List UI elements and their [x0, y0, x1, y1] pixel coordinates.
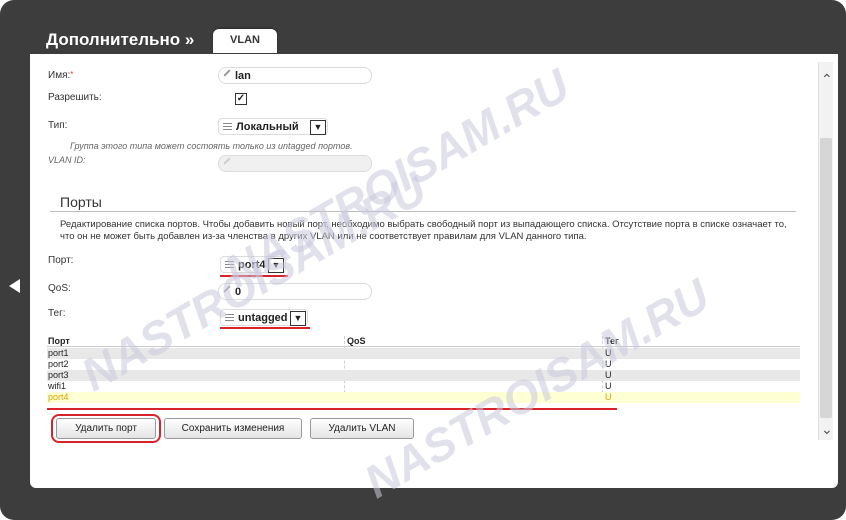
scrollbar[interactable]: ⌃ ⌄ [818, 62, 833, 440]
chevron-down-icon[interactable]: ▼ [310, 120, 326, 135]
row-port: port1 [48, 348, 69, 358]
row-port: wifi1 [48, 381, 67, 391]
table-header: Порт QoS Тег [47, 336, 800, 347]
port-select[interactable]: port4 ▼ [220, 256, 286, 273]
table-row[interactable]: wifi1 U [47, 381, 800, 392]
table-row[interactable]: port3 U [47, 370, 800, 381]
type-hint: Группа этого типа может состоять только … [70, 141, 353, 151]
table-row[interactable]: port2 U [47, 359, 800, 370]
ports-table: Порт QoS Тег port1 U port2 U port3 U wif… [47, 336, 800, 403]
name-input-value: lan [235, 70, 251, 82]
enable-label: Разрешить: [48, 92, 102, 103]
delete-vlan-button[interactable]: Удалить VLAN [310, 418, 414, 439]
tag-select[interactable]: untagged ▼ [220, 309, 308, 326]
list-icon [225, 314, 234, 322]
tag-label: Тег: [48, 308, 66, 319]
chevron-down-icon[interactable]: ▼ [290, 311, 306, 326]
pencil-icon [223, 285, 231, 293]
scroll-thumb[interactable] [820, 138, 832, 418]
row-tag: U [605, 359, 612, 369]
tab-vlan[interactable]: VLAN [213, 29, 277, 53]
row-tag: U [605, 370, 612, 380]
divider [50, 211, 796, 212]
qos-input[interactable]: 0 [218, 283, 372, 300]
port-label: Порт: [48, 255, 74, 266]
table-row[interactable]: port1 U [47, 348, 800, 359]
port-highlight-underline [220, 275, 288, 277]
back-arrow-icon[interactable] [9, 279, 20, 293]
row-highlight-underline [47, 408, 617, 410]
list-icon [223, 123, 232, 131]
ports-description: Редактирование списка портов. Чтобы доба… [60, 219, 787, 242]
row-port: port3 [48, 370, 69, 380]
name-label: Имя: [48, 70, 73, 81]
enable-checkbox[interactable]: ✓ [235, 93, 247, 105]
row-tag: U [605, 348, 612, 358]
save-changes-button[interactable]: Сохранить изменения [164, 418, 302, 439]
type-select-value: Локальный [236, 121, 299, 133]
tag-select-value: untagged [238, 312, 288, 324]
row-tag: U [605, 381, 612, 391]
row-port: port2 [48, 359, 69, 369]
port-select-value: port4 [238, 259, 266, 271]
column-header-tag: Тег [605, 336, 619, 346]
vlan-id-input[interactable] [218, 155, 372, 172]
column-header-port: Порт [48, 336, 70, 346]
name-input[interactable]: lan [218, 67, 372, 84]
type-label: Тип: [48, 120, 68, 131]
ports-section-title: Порты [60, 194, 102, 210]
chevron-up-icon[interactable]: ⌃ [821, 72, 833, 86]
chevron-down-icon[interactable]: ▼ [268, 258, 284, 273]
tag-highlight-underline [220, 327, 310, 329]
row-tag: U [605, 392, 612, 402]
pencil-icon [223, 157, 231, 165]
list-icon [225, 261, 234, 269]
chevron-down-icon[interactable]: ⌄ [821, 422, 833, 436]
table-row-selected[interactable]: port4 U [47, 392, 800, 403]
qos-label: QoS: [48, 283, 71, 294]
type-select[interactable]: Локальный ▼ [218, 118, 328, 135]
delete-port-button[interactable]: Удалить порт [56, 418, 156, 439]
row-port: port4 [48, 392, 69, 402]
vlan-id-label: VLAN ID: [48, 155, 86, 165]
qos-input-value: 0 [235, 286, 242, 298]
pencil-icon [223, 69, 231, 77]
column-header-qos: QoS [347, 336, 366, 346]
page-title[interactable]: Дополнительно » [46, 30, 194, 50]
